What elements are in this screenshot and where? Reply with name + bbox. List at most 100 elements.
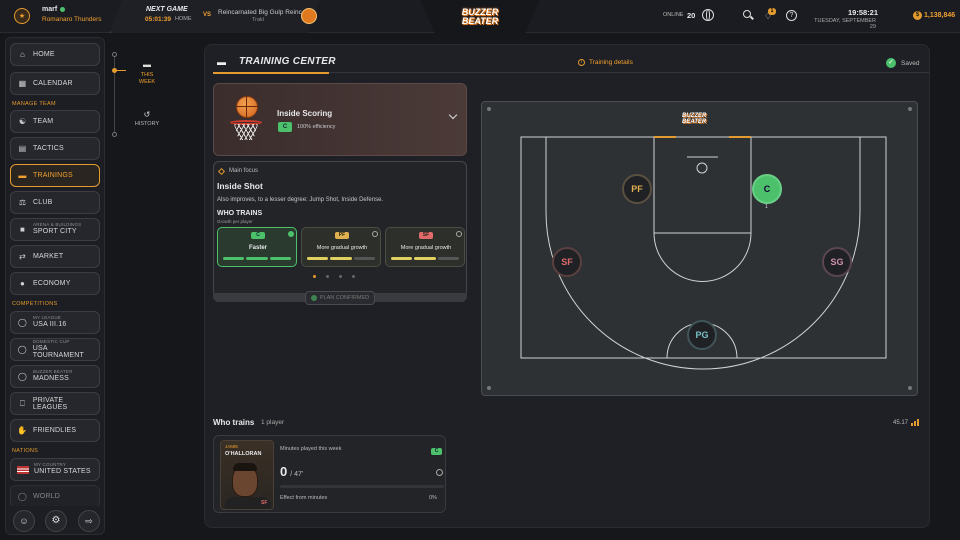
- who-trains-title: Who trains: [213, 418, 255, 427]
- unselected-indicator: [372, 231, 378, 237]
- sidebar: ⌂ HOME ▦ CALENDAR MANAGE TEAM ☯ TEAM ▤ TACTI…: [5, 37, 105, 535]
- group-badge: C: [251, 232, 265, 239]
- opponent-name[interactable]: Reincarnated Big Gulp Reinc: [218, 9, 302, 16]
- settings-button[interactable]: ⚙: [45, 510, 67, 532]
- sidebar-item-sport-city[interactable]: ■ ARENA & BUILDINGS SPORT CITY: [10, 218, 100, 241]
- tab-history[interactable]: ↺ HISTORY: [132, 110, 162, 127]
- opponent-logo[interactable]: [301, 8, 317, 24]
- training-focus-selector[interactable]: Inside Scoring C 100% efficiency: [213, 83, 467, 156]
- timeline-dot-bottom: [112, 132, 117, 137]
- username-row[interactable]: marf: [42, 6, 66, 13]
- profile-button[interactable]: ☺: [13, 510, 35, 532]
- countdown: 05:01:39: [145, 16, 172, 23]
- page-dot-active[interactable]: [313, 275, 316, 278]
- focus-diamond-icon: [217, 167, 226, 176]
- globe-icon[interactable]: [702, 9, 714, 21]
- game-logo[interactable]: BUZZER BEATER: [455, 3, 505, 31]
- group-card-c[interactable]: C Faster: [217, 227, 297, 267]
- check-icon: [310, 295, 317, 301]
- top-bar: ★ marf Romanaro Thunders NEXT GAME 05:01…: [0, 0, 960, 33]
- sidebar-item-market[interactable]: ⇄ MARKET: [10, 245, 100, 268]
- timeline-dot-top: [112, 52, 117, 57]
- player-card[interactable]: JAMIE O'HALLORAN SF Minutes played this …: [213, 435, 446, 513]
- focus-position-badge: C: [278, 122, 292, 132]
- training-center-panel: ▬ TRAINING CENTER i Training details ✓ S…: [204, 44, 930, 528]
- sidebar-item-economy[interactable]: ● ECONOMY: [10, 272, 100, 295]
- unselected-indicator: [456, 231, 462, 237]
- dumbbell-icon: ▬: [143, 60, 151, 69]
- logout-button[interactable]: ⇨: [78, 510, 100, 532]
- online-dot: [60, 7, 66, 12]
- sidebar-item-friendlies[interactable]: ✋ FRIENDLIES: [10, 419, 100, 442]
- position-sg[interactable]: SG: [822, 247, 852, 277]
- main-focus: Inside Shot: [217, 181, 263, 191]
- position-sf[interactable]: SF: [552, 247, 582, 277]
- plan-confirmed-button[interactable]: PLAN CONFIRMED: [305, 291, 375, 305]
- team-icon: ☯: [18, 117, 27, 126]
- us-flag-icon: [17, 465, 29, 474]
- date: TUESDAY, SEPTEMBER 29: [814, 18, 876, 30]
- exchange-icon: ⇄: [19, 252, 26, 261]
- sidebar-item-home[interactable]: ⌂ HOME: [10, 43, 100, 66]
- page-dot[interactable]: [339, 275, 342, 278]
- team-logo[interactable]: ★: [14, 8, 30, 24]
- search-icon[interactable]: [743, 10, 754, 20]
- handshake-icon: ✋: [17, 426, 28, 435]
- focus-name: Inside Scoring: [277, 109, 333, 118]
- sidebar-item-cup[interactable]: ◯ DOMESTIC CUP USA TOURNAMENT: [10, 338, 100, 361]
- sidebar-item-madness[interactable]: ◯ BUZZER BEATER MADNESS: [10, 365, 100, 388]
- sidebar-item-private-leagues[interactable]: ⎕ PRIVATE LEAGUES: [10, 392, 100, 415]
- efficiency: 100% efficiency: [297, 124, 336, 130]
- sidebar-item-club[interactable]: ⚖ CLUB: [10, 191, 100, 214]
- group-card-pf[interactable]: PF More gradual growth: [301, 227, 381, 267]
- sidebar-item-league[interactable]: ◯ MY LEAGUE USA III.16: [10, 311, 100, 334]
- position-pf[interactable]: PF: [622, 174, 652, 204]
- sidebar-item-team[interactable]: ☯ TEAM: [10, 110, 100, 133]
- check-icon: ✓: [886, 58, 896, 68]
- growth-label: Growth per player: [217, 219, 253, 224]
- title-underline: [213, 72, 329, 74]
- help-icon[interactable]: ?: [786, 10, 797, 21]
- basketball-hoop-icon: [230, 96, 262, 142]
- page-dot[interactable]: [326, 275, 329, 278]
- minutes-label: Minutes played this week: [280, 446, 342, 452]
- sidebar-item-tactics[interactable]: ▤ TACTICS: [10, 137, 100, 160]
- who-trains-count: 1 player: [261, 419, 285, 426]
- page-dot[interactable]: [352, 275, 355, 278]
- globe-icon: ◯: [17, 492, 28, 501]
- position-c[interactable]: C: [752, 174, 782, 204]
- group-label: More gradual growth: [316, 245, 368, 251]
- username: marf: [42, 6, 58, 13]
- group-card-sf[interactable]: SF More gradual growth: [385, 227, 465, 267]
- who-trains-heading: WHO TRAINS: [217, 210, 263, 217]
- balance[interactable]: 1,138,846: [924, 12, 955, 19]
- effect-value: 0%: [429, 495, 437, 501]
- position-pg[interactable]: PG: [687, 320, 717, 350]
- court-lines: [520, 136, 887, 370]
- chevron-down-icon[interactable]: [448, 110, 458, 120]
- calendar-icon: ▦: [18, 79, 27, 88]
- group-label: More gradual growth: [400, 245, 452, 251]
- tactics-icon: ▤: [18, 144, 27, 153]
- sidebar-item-world[interactable]: ◯ WORLD: [10, 485, 100, 508]
- group-badge: SF: [419, 232, 433, 239]
- player-hair: [233, 463, 257, 471]
- timeline-dot-active: [112, 68, 117, 73]
- group-label: Faster: [248, 245, 267, 251]
- section-manage-team: MANAGE TEAM: [12, 101, 56, 107]
- sidebar-item-country[interactable]: MY COUNTRY UNITED STATES: [10, 458, 100, 481]
- sidebar-item-trainings[interactable]: ▬ TRAININGS: [10, 164, 100, 187]
- next-game-panel[interactable]: [110, 0, 320, 33]
- effect-label: Effect from minutes: [280, 495, 328, 501]
- team-stat[interactable]: 45.17: [893, 419, 920, 426]
- sidebar-item-calendar[interactable]: ▦ CALENDAR: [10, 72, 100, 95]
- title-underline-rest: [329, 72, 929, 73]
- tab-this-week[interactable]: ▬ THIS WEEK: [132, 60, 162, 86]
- notification-badge: 1: [768, 8, 776, 15]
- history-icon: ↺: [143, 110, 151, 119]
- group-badge: PF: [335, 232, 349, 239]
- training-details-link[interactable]: i Training details: [578, 59, 633, 66]
- league-icon: ◯: [17, 318, 28, 327]
- pagination-dots[interactable]: [313, 275, 355, 278]
- coin-icon: $: [913, 11, 922, 20]
